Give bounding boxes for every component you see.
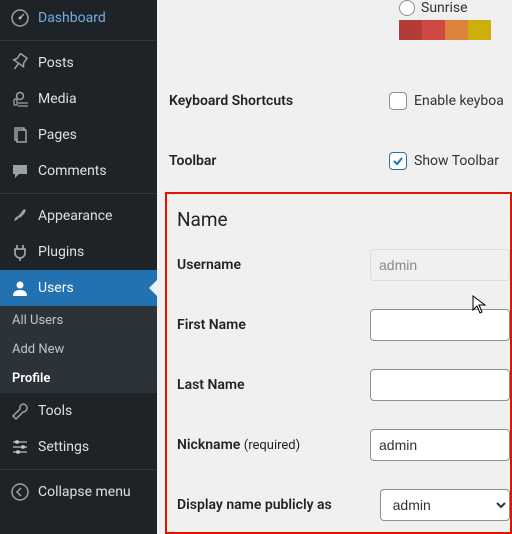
tb-option-text: Show Toolbar xyxy=(414,153,499,169)
nickname-label: Nickname (required) xyxy=(177,437,370,453)
sidebar-item-comments[interactable]: Comments xyxy=(0,153,157,189)
pin-icon xyxy=(10,53,30,73)
username-input xyxy=(370,249,510,281)
users-submenu: All Users Add New Profile xyxy=(0,306,157,393)
checkbox-checked-icon[interactable] xyxy=(389,152,407,170)
plug-icon xyxy=(10,242,30,262)
sidebar-label: Tools xyxy=(38,403,72,419)
media-icon xyxy=(10,89,30,109)
sliders-icon xyxy=(10,437,30,457)
lastname-label: Last Name xyxy=(177,377,370,393)
checkbox-icon[interactable] xyxy=(389,92,407,110)
submenu-all-users[interactable]: All Users xyxy=(0,306,157,335)
tb-checkbox-line[interactable]: Show Toolbar xyxy=(389,152,499,170)
username-label: Username xyxy=(177,257,370,273)
firstname-row: First Name xyxy=(177,309,510,341)
pages-icon xyxy=(10,125,30,145)
sidebar-item-users[interactable]: Users xyxy=(0,270,157,306)
sidebar-label: Posts xyxy=(38,55,74,71)
sidebar-collapse[interactable]: Collapse menu xyxy=(0,474,157,510)
sidebar-item-tools[interactable]: Tools xyxy=(0,393,157,429)
upper-settings: Sunrise Keyboard Shortcuts Enable keyboa… xyxy=(157,0,512,190)
user-icon xyxy=(10,278,30,298)
admin-sidebar: Dashboard Posts Media Pages Comments App… xyxy=(0,0,157,534)
username-row: Username xyxy=(177,249,510,281)
displayname-row: Display name publicly as admin xyxy=(177,489,510,521)
scheme-name: Sunrise xyxy=(421,0,468,16)
displayname-select[interactable]: admin xyxy=(380,489,510,521)
wrench-icon xyxy=(10,401,30,421)
sidebar-label: Settings xyxy=(38,439,89,455)
sidebar-label: Plugins xyxy=(38,244,84,260)
displayname-label: Display name publicly as xyxy=(177,497,380,513)
sidebar-item-media[interactable]: Media xyxy=(0,81,157,117)
sidebar-item-posts[interactable]: Posts xyxy=(0,45,157,81)
sidebar-item-appearance[interactable]: Appearance xyxy=(0,198,157,234)
sidebar-label: Appearance xyxy=(38,208,112,224)
kb-checkbox-line[interactable]: Enable keyboa xyxy=(389,92,504,110)
section-title: Name xyxy=(177,208,510,231)
color-swatches xyxy=(399,20,512,40)
main-content: Sunrise Keyboard Shortcuts Enable keyboa… xyxy=(157,0,512,534)
submenu-add-new[interactable]: Add New xyxy=(0,335,157,364)
firstname-input[interactable] xyxy=(370,309,510,341)
firstname-label: First Name xyxy=(177,317,370,333)
name-section-highlight: Name Username First Name Last Name Nickn… xyxy=(165,192,512,534)
toolbar-row: Toolbar Show Toolbar xyxy=(169,140,512,182)
sidebar-label: Media xyxy=(38,91,77,107)
color-scheme-option[interactable]: Sunrise xyxy=(399,0,512,16)
nickname-input[interactable] xyxy=(370,429,510,461)
lastname-input[interactable] xyxy=(370,369,510,401)
lastname-row: Last Name xyxy=(177,369,510,401)
sidebar-item-plugins[interactable]: Plugins xyxy=(0,234,157,270)
sidebar-item-pages[interactable]: Pages xyxy=(0,117,157,153)
radio-icon[interactable] xyxy=(399,0,415,16)
kb-shortcuts-row: Keyboard Shortcuts Enable keyboa xyxy=(169,80,512,122)
sidebar-item-dashboard[interactable]: Dashboard xyxy=(0,0,157,36)
kb-option-text: Enable keyboa xyxy=(414,93,504,109)
sidebar-label: Users xyxy=(38,280,74,296)
sidebar-label: Collapse menu xyxy=(38,484,131,500)
sidebar-item-settings[interactable]: Settings xyxy=(0,429,157,465)
sidebar-label: Dashboard xyxy=(38,10,106,26)
swatch xyxy=(399,20,422,40)
tb-label: Toolbar xyxy=(169,153,389,169)
swatch xyxy=(445,20,468,40)
brush-icon xyxy=(10,206,30,226)
swatch xyxy=(468,20,491,40)
swatch xyxy=(422,20,445,40)
nickname-row: Nickname (required) xyxy=(177,429,510,461)
sidebar-label: Comments xyxy=(38,163,107,179)
submenu-profile[interactable]: Profile xyxy=(0,364,157,393)
collapse-icon xyxy=(10,482,30,502)
kb-label: Keyboard Shortcuts xyxy=(169,93,389,109)
sidebar-label: Pages xyxy=(38,127,77,143)
dashboard-icon xyxy=(10,8,30,28)
comment-icon xyxy=(10,161,30,181)
